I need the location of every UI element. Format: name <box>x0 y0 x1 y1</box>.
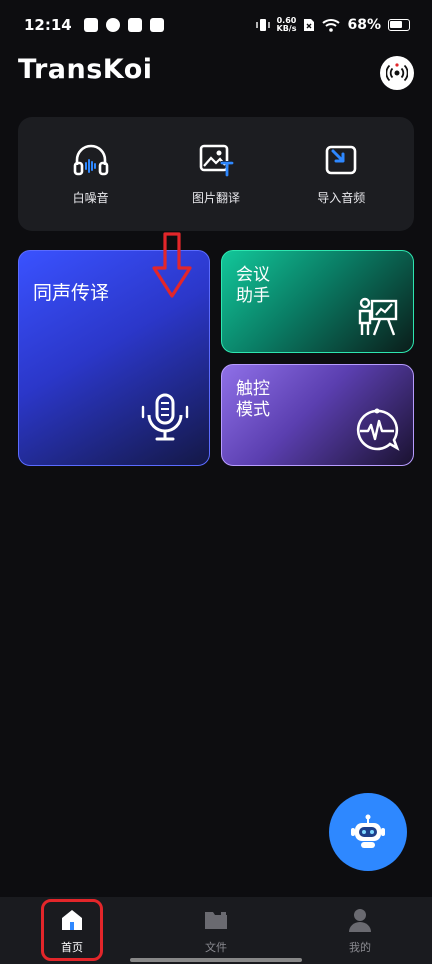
card-title-line1: 触控 <box>236 379 270 399</box>
card-title-line1: 会议 <box>236 265 270 285</box>
no-sim-icon <box>304 19 315 31</box>
nav-label: 我的 <box>349 941 371 954</box>
notification-icon <box>105 18 120 32</box>
image-translate-icon <box>199 144 234 176</box>
broadcast-icon <box>386 63 408 82</box>
tools-card: 白噪音 图片翻译 导入音频 <box>18 117 414 231</box>
notification-icon <box>127 18 142 32</box>
status-right: 0.60 KB/s 68% <box>255 17 410 33</box>
headphones-icon <box>73 144 108 175</box>
home-indicator[interactable] <box>130 958 302 962</box>
card-title-line2: 助手 <box>236 286 270 306</box>
notification-icon <box>149 18 164 32</box>
annotation-arrow-icon <box>152 232 192 298</box>
app-header: TransKoi <box>18 52 414 92</box>
import-audio-icon <box>326 145 357 174</box>
tool-image-translate[interactable]: 图片翻译 <box>161 143 271 206</box>
battery-percentage: 68% <box>347 17 381 33</box>
nav-item-files[interactable]: 文件 <box>156 907 276 955</box>
status-bar: 12:14 0.60 KB/s 68% <box>0 0 432 50</box>
user-icon <box>349 909 371 932</box>
notification-icon <box>83 18 98 32</box>
waveform-chat-icon <box>356 408 400 451</box>
network-speed-unit: KB/s <box>276 24 297 33</box>
status-time: 12:14 <box>24 16 72 34</box>
tool-label: 导入音频 <box>317 190 366 205</box>
vibrate-icon <box>255 19 270 31</box>
card-title: 触控 模式 <box>236 379 270 421</box>
tool-import-audio[interactable]: 导入音频 <box>286 143 396 206</box>
card-title-line2: 模式 <box>236 400 270 420</box>
broadcast-button[interactable] <box>380 56 414 90</box>
presentation-icon <box>358 297 398 336</box>
meeting-assistant-card[interactable]: 会议 助手 <box>221 250 414 353</box>
wifi-icon <box>322 19 341 32</box>
microphone-icon <box>141 393 189 441</box>
status-left: 12:14 <box>24 16 164 34</box>
tool-label: 图片翻译 <box>191 190 240 205</box>
tool-white-noise[interactable]: 白噪音 <box>36 143 146 206</box>
annotation-highlight <box>41 899 103 961</box>
robot-icon <box>351 814 385 848</box>
folder-icon <box>205 912 227 929</box>
battery-icon <box>388 19 410 31</box>
nav-item-profile[interactable]: 我的 <box>300 907 420 955</box>
card-title: 会议 助手 <box>236 265 270 307</box>
app-logo: TransKoi <box>18 54 153 85</box>
tool-label: 白噪音 <box>72 190 109 205</box>
card-title: 同声传译 <box>33 282 110 304</box>
network-speed: 0.60 KB/s <box>277 17 297 33</box>
touch-mode-card[interactable]: 触控 模式 <box>221 364 414 466</box>
ai-assistant-button[interactable] <box>329 793 407 871</box>
nav-label: 文件 <box>205 941 227 954</box>
